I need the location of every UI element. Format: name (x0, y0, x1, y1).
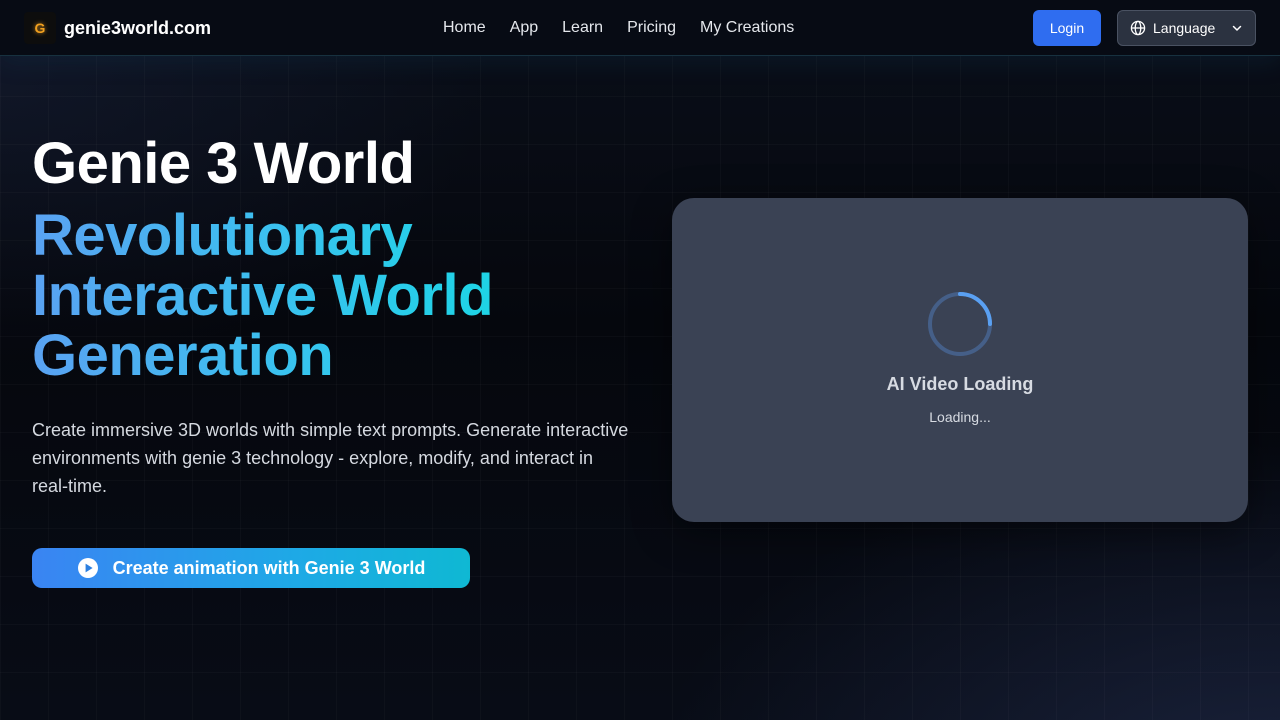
nav-home[interactable]: Home (431, 19, 498, 37)
globe-icon (1130, 20, 1146, 36)
chevron-down-icon (1232, 25, 1242, 31)
language-selector[interactable]: Language (1117, 10, 1256, 46)
brand-link[interactable]: G genie3world.com (24, 12, 211, 44)
top-navbar: G genie3world.com Home App Learn Pricing… (0, 0, 1280, 56)
login-button[interactable]: Login (1033, 10, 1101, 46)
site-name: genie3world.com (64, 17, 212, 38)
video-loading-status: Loading... (929, 409, 991, 425)
nav-app[interactable]: App (498, 19, 550, 37)
nav-pricing[interactable]: Pricing (615, 19, 688, 37)
play-circle-icon (77, 558, 98, 578)
site-logo-icon: G (24, 12, 56, 44)
hero-subtitle: Revolutionary Interactive World Generati… (32, 206, 592, 386)
create-animation-button[interactable]: Create animation with Genie 3 World (32, 548, 470, 588)
loading-spinner-icon (928, 292, 992, 356)
hero-subtitle-line-3: Generation (32, 323, 334, 388)
video-loading-title: AI Video Loading (886, 374, 1034, 394)
hero-subtitle-line-2: Interactive World (32, 263, 493, 328)
nav-learn[interactable]: Learn (550, 19, 615, 37)
hero-description: Create immersive 3D worlds with simple t… (32, 420, 629, 496)
video-preview-panel: AI Video Loading Loading... (672, 198, 1248, 522)
language-label: Language (1153, 20, 1216, 36)
main-nav: Home App Learn Pricing My Creations (431, 0, 806, 56)
create-animation-label: Create animation with Genie 3 World (112, 557, 426, 578)
hero-title: Genie 3 World (32, 131, 415, 196)
nav-my-creations[interactable]: My Creations (688, 19, 806, 37)
hero-subtitle-line-1: Revolutionary (32, 203, 413, 268)
page: G genie3world.com Home App Learn Pricing… (0, 0, 1280, 720)
